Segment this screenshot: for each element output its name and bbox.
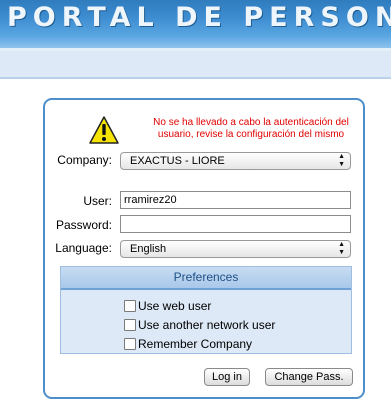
company-label: Company: [57, 153, 112, 167]
language-select-value: English [130, 243, 167, 255]
warning-icon [89, 116, 119, 144]
select-arrows-icon: ▲ ▼ [338, 241, 345, 256]
remember-company-checkbox[interactable] [124, 338, 136, 350]
navigation-bar [0, 51, 391, 79]
use-web-user-checkbox[interactable] [124, 300, 136, 312]
language-label: Language: [55, 241, 112, 255]
login-button[interactable]: Log in [204, 368, 250, 386]
portal-header: PORTAL DE PERSONAL [0, 0, 391, 48]
preferences-title: Preferences [61, 267, 351, 290]
change-password-button[interactable]: Change Pass. [265, 368, 353, 386]
use-another-network-user-label: Use another network user [138, 318, 276, 332]
company-select[interactable]: EXACTUS - LIORE ▲ ▼ [120, 152, 351, 170]
user-label: User: [83, 194, 112, 208]
use-another-network-user-checkbox[interactable] [124, 319, 136, 331]
select-arrows-icon: ▲ ▼ [338, 153, 345, 168]
language-select[interactable]: English ▲ ▼ [120, 240, 351, 258]
use-web-user-label: Use web user [138, 299, 212, 313]
login-panel: No se ha llevado a cabo la autenticación… [43, 98, 365, 399]
preferences-section: Preferences Use web user Use another net… [60, 266, 352, 354]
remember-company-label: Remember Company [138, 337, 253, 351]
auth-error-message: No se ha llevado a cabo la autenticación… [153, 117, 349, 140]
user-input[interactable]: rramirez20 [120, 191, 351, 209]
company-select-value: EXACTUS - LIORE [130, 155, 225, 167]
portal-title: PORTAL DE PERSONAL [7, 2, 391, 33]
use-web-user-option[interactable]: Use web user [124, 298, 211, 314]
password-input[interactable] [120, 215, 351, 233]
password-label: Password: [55, 218, 112, 232]
use-another-network-user-option[interactable]: Use another network user [124, 317, 275, 333]
remember-company-option[interactable]: Remember Company [124, 336, 252, 352]
